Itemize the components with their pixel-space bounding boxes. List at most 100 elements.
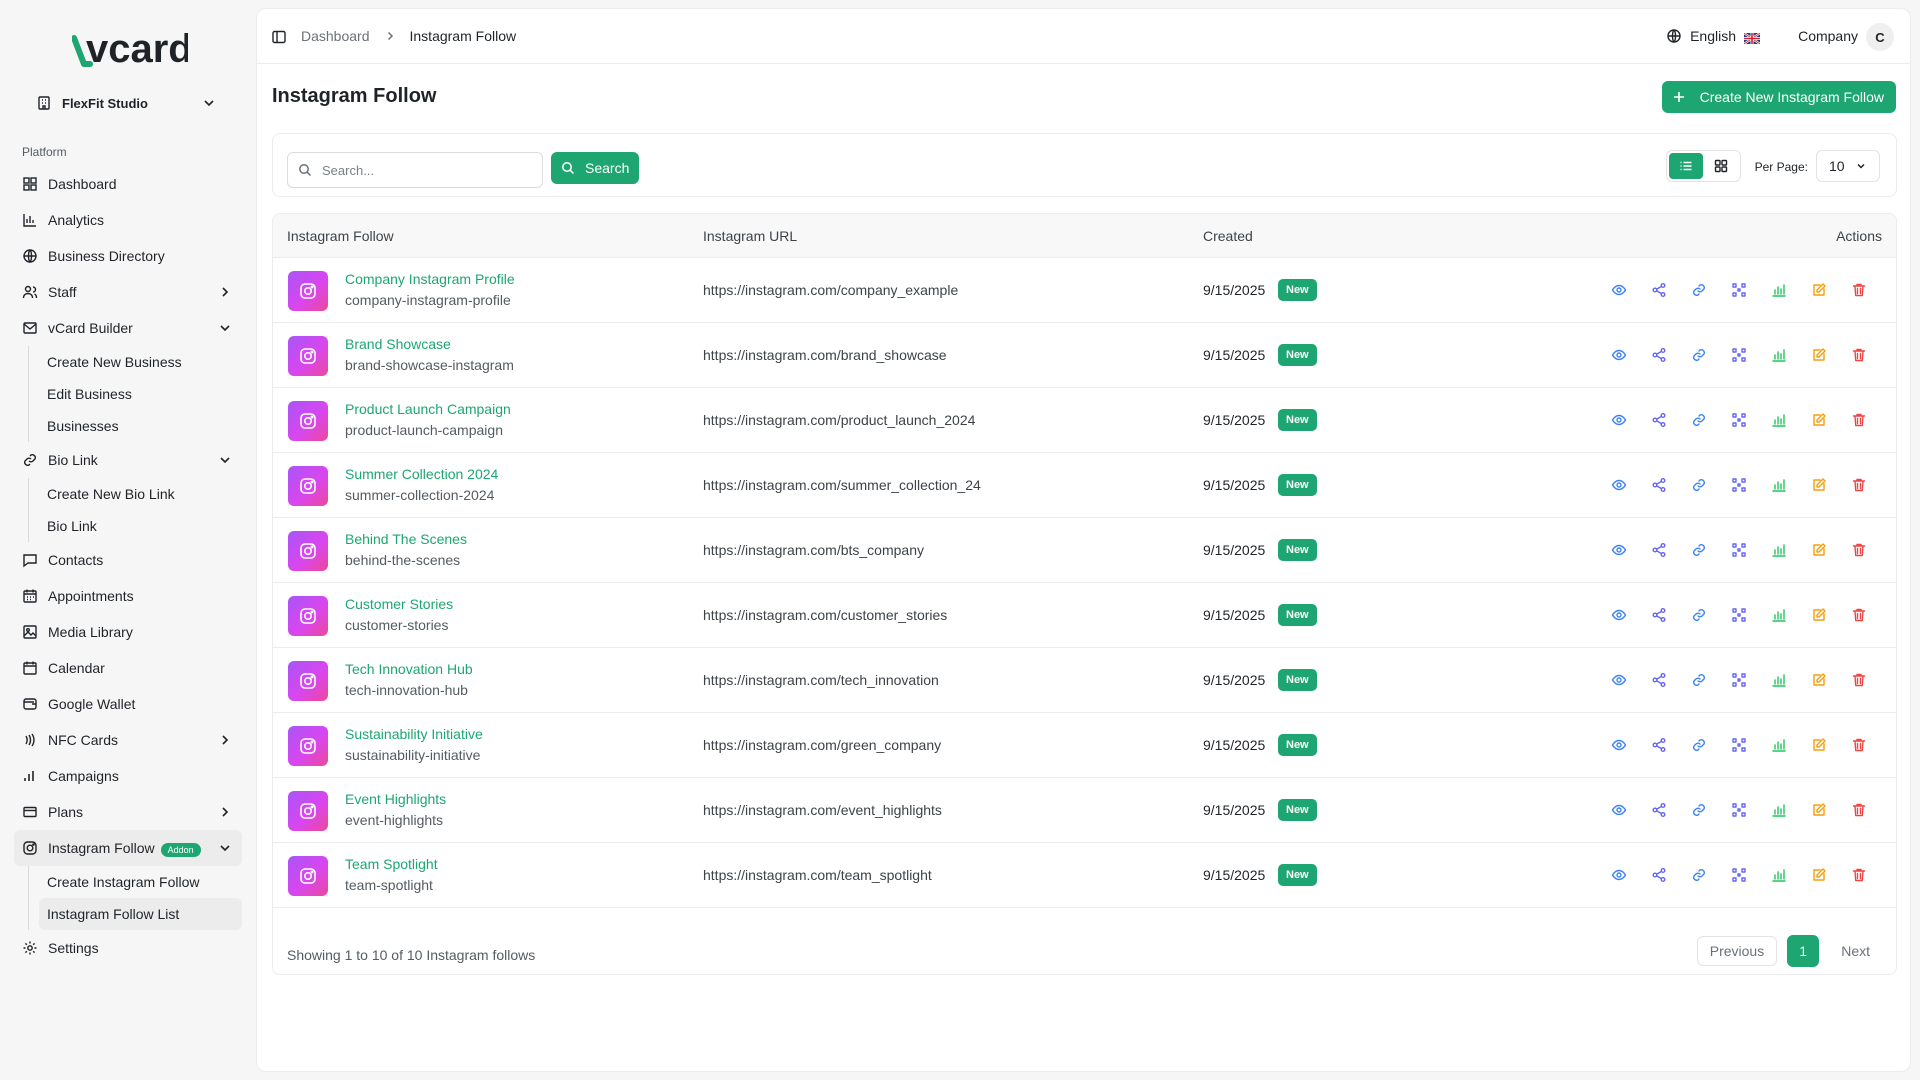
- view-icon[interactable]: [1611, 412, 1627, 428]
- share-icon[interactable]: [1651, 607, 1667, 623]
- sidebar-item-settings[interactable]: Settings: [14, 930, 242, 966]
- share-icon[interactable]: [1651, 282, 1667, 298]
- sidebar-item-bio-link[interactable]: Bio Link: [14, 442, 242, 478]
- sidebar-item-media-library[interactable]: Media Library: [14, 614, 242, 650]
- edit-icon[interactable]: [1811, 282, 1827, 298]
- qr-icon[interactable]: [1731, 867, 1747, 883]
- vcard-logo[interactable]: vcard: [71, 24, 193, 71]
- per-page-select[interactable]: 10: [1816, 150, 1880, 182]
- sidebar-item-nfc-cards[interactable]: NFC Cards: [14, 722, 242, 758]
- link-icon[interactable]: [1691, 542, 1707, 558]
- row-title-link[interactable]: Summer Collection 2024: [345, 466, 498, 482]
- delete-icon[interactable]: [1851, 282, 1867, 298]
- sidebar-item-staff[interactable]: Staff: [14, 274, 242, 310]
- qr-icon[interactable]: [1731, 282, 1747, 298]
- qr-icon[interactable]: [1731, 347, 1747, 363]
- qr-icon[interactable]: [1731, 672, 1747, 688]
- row-title-link[interactable]: Brand Showcase: [345, 336, 451, 352]
- edit-icon[interactable]: [1811, 672, 1827, 688]
- view-icon[interactable]: [1611, 607, 1627, 623]
- link-icon[interactable]: [1691, 282, 1707, 298]
- link-icon[interactable]: [1691, 607, 1707, 623]
- delete-icon[interactable]: [1851, 412, 1867, 428]
- analytics-icon[interactable]: [1771, 347, 1787, 363]
- analytics-icon[interactable]: [1771, 477, 1787, 493]
- sidebar-item-contacts[interactable]: Contacts: [14, 542, 242, 578]
- share-icon[interactable]: [1651, 737, 1667, 753]
- delete-icon[interactable]: [1851, 672, 1867, 688]
- edit-icon[interactable]: [1811, 542, 1827, 558]
- link-icon[interactable]: [1691, 802, 1707, 818]
- qr-icon[interactable]: [1731, 412, 1747, 428]
- share-icon[interactable]: [1651, 867, 1667, 883]
- delete-icon[interactable]: [1851, 347, 1867, 363]
- page-1-button[interactable]: 1: [1787, 935, 1820, 967]
- share-icon[interactable]: [1651, 672, 1667, 688]
- sidebar-item-vcard-builder[interactable]: vCard Builder: [14, 310, 242, 346]
- language-switcher[interactable]: English: [1666, 28, 1761, 45]
- sidebar-subitem-create-instagram-follow[interactable]: Create Instagram Follow: [39, 866, 242, 898]
- view-icon[interactable]: [1611, 867, 1627, 883]
- row-title-link[interactable]: Team Spotlight: [345, 856, 438, 872]
- delete-icon[interactable]: [1851, 802, 1867, 818]
- qr-icon[interactable]: [1731, 542, 1747, 558]
- edit-icon[interactable]: [1811, 737, 1827, 753]
- sidebar-item-appointments[interactable]: Appointments: [14, 578, 242, 614]
- edit-icon[interactable]: [1811, 412, 1827, 428]
- grid-view-button[interactable]: [1705, 153, 1739, 179]
- view-icon[interactable]: [1611, 477, 1627, 493]
- sidebar-subitem-bio-link[interactable]: Bio Link: [39, 510, 242, 542]
- company-name[interactable]: Company: [1798, 28, 1858, 44]
- edit-icon[interactable]: [1811, 607, 1827, 623]
- sidebar-subitem-create-new-business[interactable]: Create New Business: [39, 346, 242, 378]
- analytics-icon[interactable]: [1771, 672, 1787, 688]
- analytics-icon[interactable]: [1771, 542, 1787, 558]
- list-view-button[interactable]: [1669, 153, 1703, 179]
- breadcrumb-dashboard[interactable]: Dashboard: [301, 28, 370, 44]
- sidebar-subitem-businesses[interactable]: Businesses: [39, 410, 242, 442]
- view-icon[interactable]: [1611, 802, 1627, 818]
- qr-icon[interactable]: [1731, 737, 1747, 753]
- delete-icon[interactable]: [1851, 737, 1867, 753]
- analytics-icon[interactable]: [1771, 412, 1787, 428]
- sidebar-item-google-wallet[interactable]: Google Wallet: [14, 686, 242, 722]
- share-icon[interactable]: [1651, 412, 1667, 428]
- next-page-button[interactable]: Next: [1829, 936, 1882, 966]
- analytics-icon[interactable]: [1771, 607, 1787, 623]
- sidebar-item-business-directory[interactable]: Business Directory: [14, 238, 242, 274]
- share-icon[interactable]: [1651, 802, 1667, 818]
- create-instagram-follow-button[interactable]: Create New Instagram Follow: [1661, 81, 1896, 113]
- view-icon[interactable]: [1611, 542, 1627, 558]
- share-icon[interactable]: [1651, 542, 1667, 558]
- search-input[interactable]: [322, 162, 522, 178]
- search-button[interactable]: Search: [551, 152, 640, 184]
- delete-icon[interactable]: [1851, 477, 1867, 493]
- view-icon[interactable]: [1611, 672, 1627, 688]
- link-icon[interactable]: [1691, 412, 1707, 428]
- row-title-link[interactable]: Event Highlights: [345, 791, 446, 807]
- previous-page-button[interactable]: Previous: [1696, 936, 1778, 966]
- avatar[interactable]: C: [1866, 23, 1894, 51]
- analytics-icon[interactable]: [1771, 737, 1787, 753]
- qr-icon[interactable]: [1731, 477, 1747, 493]
- link-icon[interactable]: [1691, 867, 1707, 883]
- analytics-icon[interactable]: [1771, 802, 1787, 818]
- view-icon[interactable]: [1611, 737, 1627, 753]
- row-title-link[interactable]: Behind The Scenes: [345, 531, 467, 547]
- edit-icon[interactable]: [1811, 347, 1827, 363]
- qr-icon[interactable]: [1731, 607, 1747, 623]
- view-icon[interactable]: [1611, 282, 1627, 298]
- row-title-link[interactable]: Sustainability Initiative: [345, 726, 483, 742]
- sidebar-subitem-instagram-follow-list[interactable]: Instagram Follow List: [39, 898, 242, 930]
- edit-icon[interactable]: [1811, 802, 1827, 818]
- sidebar-subitem-create-new-bio-link[interactable]: Create New Bio Link: [39, 478, 242, 510]
- sidebar-subitem-edit-business[interactable]: Edit Business: [39, 378, 242, 410]
- sidebar-item-dashboard[interactable]: Dashboard: [14, 166, 242, 202]
- view-icon[interactable]: [1611, 347, 1627, 363]
- sidebar-item-analytics[interactable]: Analytics: [14, 202, 242, 238]
- edit-icon[interactable]: [1811, 867, 1827, 883]
- analytics-icon[interactable]: [1771, 282, 1787, 298]
- sidebar-item-instagram-follow[interactable]: Instagram Follow Addon: [14, 830, 242, 866]
- edit-icon[interactable]: [1811, 477, 1827, 493]
- analytics-icon[interactable]: [1771, 867, 1787, 883]
